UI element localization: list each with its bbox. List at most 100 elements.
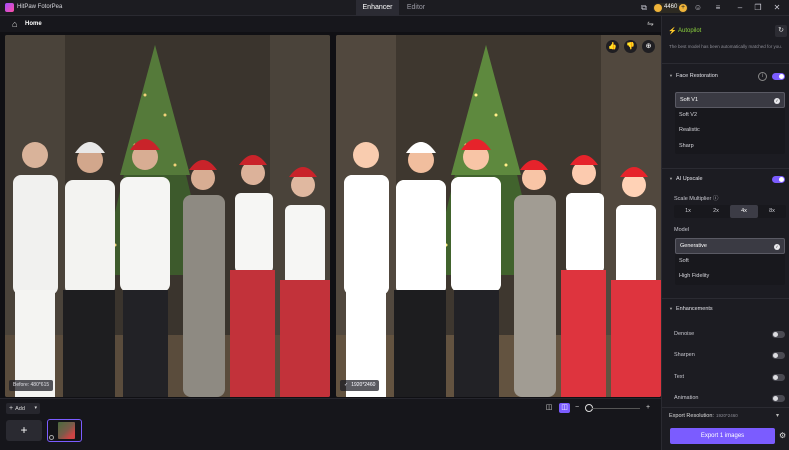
coin-icon xyxy=(654,4,662,12)
app-title: HitPaw FotorPea xyxy=(17,4,63,10)
after-caption-text: 1920*2460 xyxy=(351,382,376,388)
home-label[interactable]: Home xyxy=(25,21,42,27)
side-by-side-icon[interactable]: ◫ xyxy=(559,403,570,413)
zoom-slider[interactable] xyxy=(592,408,640,409)
lightning-icon: ⚡ xyxy=(668,28,677,35)
after-image: 👍 👎 ⊕ ✓ 1920*2460 xyxy=(336,35,661,397)
compare-icon[interactable]: ⇋ xyxy=(647,19,654,28)
ai-upscale-toggle[interactable] xyxy=(772,176,785,183)
family-photo-enhanced xyxy=(336,35,661,397)
add-label: Add xyxy=(15,406,25,412)
sharpen-label: Sharpen xyxy=(674,352,695,358)
face-option-soft-v2[interactable]: Soft V2 xyxy=(675,108,785,124)
close-icon[interactable]: ✕ xyxy=(772,3,782,13)
caret-down-icon: ▼ xyxy=(669,176,673,181)
add-plus-icon: + xyxy=(9,405,14,412)
option-label: Soft V1 xyxy=(680,97,699,103)
face-restoration-toggle[interactable] xyxy=(772,73,785,80)
toggle-knob xyxy=(773,375,778,380)
face-option-soft-v1[interactable]: Soft V1 ✓ xyxy=(675,92,785,108)
caret-down-icon: ▼ xyxy=(669,306,673,311)
title-bar: HitPaw FotorPea Enhancer Editor ⧉ 4460 +… xyxy=(0,0,789,16)
settings-panel: ⚡ Autopilot ↻ The best model has been au… xyxy=(661,16,789,450)
toggle-knob xyxy=(773,332,778,337)
model-option-soft[interactable]: Soft xyxy=(675,254,785,270)
face-option-sharp[interactable]: Sharp xyxy=(675,139,785,155)
toggle-knob xyxy=(773,353,778,358)
caret-down-icon: ▼ xyxy=(669,73,673,78)
face-model-list: Soft V1 ✓ Soft V2 Realistic Sharp xyxy=(675,92,785,154)
divider xyxy=(662,168,789,169)
enhancements-title: Enhancements xyxy=(675,306,713,312)
export-resolution-label: Export Resolution: xyxy=(669,413,714,419)
model-option-generative[interactable]: Generative ✓ xyxy=(675,238,785,254)
before-image: Before: 480*615 xyxy=(5,35,330,397)
image-thumbnail[interactable] xyxy=(47,419,82,442)
export-resolution-value: 1920*2460 xyxy=(715,413,738,418)
denoise-toggle[interactable] xyxy=(772,331,785,338)
user-icon[interactable]: ☺ xyxy=(693,3,703,13)
scale-multiplier-text: Scale Multiplier xyxy=(674,196,712,202)
zoom-in-button[interactable]: + xyxy=(644,403,652,413)
family-photo xyxy=(5,35,330,397)
info-icon[interactable]: i xyxy=(758,72,767,81)
scale-multiplier-label: Scale Multiplier ⓘ xyxy=(674,194,718,202)
enhancements-header[interactable]: ▼ Enhancements xyxy=(669,306,713,312)
coin-balance[interactable]: 4460 + xyxy=(653,3,688,13)
home-icon[interactable]: ⌂ xyxy=(12,19,17,29)
sharpen-toggle[interactable] xyxy=(772,352,785,359)
gear-icon[interactable]: ⚙ xyxy=(779,431,786,440)
face-restoration-title: Face Restoration xyxy=(675,73,718,79)
toggle-knob xyxy=(779,177,784,182)
thumbs-down-icon[interactable]: 👎 xyxy=(624,40,637,53)
model-option-high-fidelity[interactable]: High Fidelity xyxy=(675,269,785,285)
scale-8x[interactable]: 8x xyxy=(758,205,786,218)
tab-enhancer[interactable]: Enhancer xyxy=(356,0,399,16)
divider xyxy=(662,63,789,64)
bottom-bar: + Add ▾ + ◫ ◫ − + xyxy=(0,398,661,450)
text-label: Text xyxy=(674,374,685,380)
restore-icon[interactable]: ❐ xyxy=(753,3,763,13)
app-logo-icon xyxy=(5,3,14,12)
zoom-in-icon[interactable]: ⊕ xyxy=(642,40,655,53)
denoise-label: Denoise xyxy=(674,331,695,337)
export-resolution: Export Resolution: 1920*2460 xyxy=(669,413,738,419)
ai-upscale-title: AI Upscale xyxy=(675,176,703,182)
text-toggle[interactable] xyxy=(772,374,785,381)
after-caption: ✓ 1920*2460 xyxy=(340,380,380,391)
autopilot-description: The best model has been automatically ma… xyxy=(669,44,783,49)
zoom-out-icon[interactable]: − xyxy=(573,403,581,413)
check-icon: ✓ xyxy=(774,244,780,250)
buy-coins-button[interactable]: + xyxy=(679,4,687,12)
split-view-icon[interactable]: ◫ xyxy=(544,403,554,413)
home-bar: ⌂ Home ⇋ xyxy=(0,16,661,32)
minimize-icon[interactable]: – xyxy=(735,3,745,13)
check-icon: ✓ xyxy=(774,98,780,104)
scale-4x[interactable]: 4x xyxy=(730,205,758,218)
info-icon[interactable]: ⓘ xyxy=(713,196,719,202)
coin-count: 4460 xyxy=(664,4,678,10)
scale-selector: 1x 2x 4x 8x xyxy=(674,205,786,218)
chevron-down-icon[interactable]: ▾ xyxy=(776,412,779,419)
check-icon: ✓ xyxy=(344,382,349,388)
add-button[interactable]: + Add ▾ xyxy=(6,403,40,414)
menu-icon[interactable]: ≡ xyxy=(713,3,723,13)
autopilot-title: Autopilot xyxy=(678,28,702,34)
face-option-realistic[interactable]: Realistic xyxy=(675,123,785,139)
add-image-button[interactable]: + xyxy=(6,420,42,441)
export-button[interactable]: Export 1 images xyxy=(670,428,775,444)
scale-2x[interactable]: 2x xyxy=(702,205,730,218)
scale-1x[interactable]: 1x xyxy=(674,205,702,218)
status-icon xyxy=(49,435,54,440)
face-restoration-header[interactable]: ▼ Face Restoration xyxy=(669,73,718,79)
option-label: Generative xyxy=(680,243,707,249)
chevron-down-icon: ▾ xyxy=(34,405,37,411)
upscale-model-list: Generative ✓ Soft High Fidelity xyxy=(675,238,785,285)
animation-toggle[interactable] xyxy=(772,395,785,402)
thumbs-up-icon[interactable]: 👍 xyxy=(606,40,619,53)
refresh-button[interactable]: ↻ xyxy=(775,25,787,37)
tab-editor[interactable]: Editor xyxy=(399,0,433,16)
share-icon[interactable]: ⧉ xyxy=(639,3,649,13)
animation-label: Animation xyxy=(674,395,699,401)
ai-upscale-header[interactable]: ▼ AI Upscale xyxy=(669,176,703,182)
